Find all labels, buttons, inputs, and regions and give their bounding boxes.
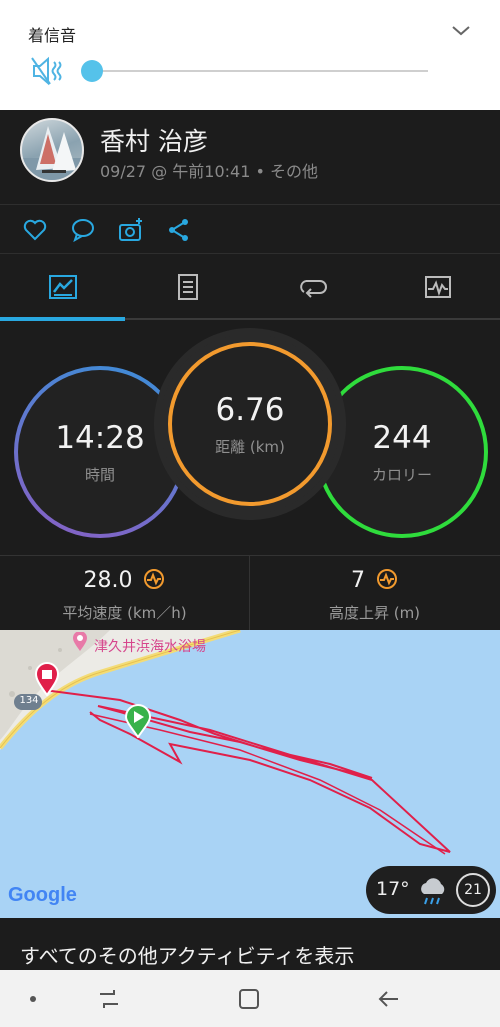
pulse-icon — [144, 569, 165, 589]
finish-marker-icon — [34, 662, 60, 696]
dot-icon[interactable] — [20, 986, 46, 1012]
all-activities-label: すべてのその他アクティビティを表示 — [20, 944, 355, 968]
distance-label: 距離 (km) — [215, 437, 285, 456]
heart-icon[interactable] — [22, 217, 48, 243]
user-name[interactable]: 香村 治彦 — [100, 122, 208, 158]
activity-meta: 09/27 @ 午前10:41 • その他 — [100, 162, 319, 181]
activity-header: 香村 治彦 09/27 @ 午前10:41 • その他 — [0, 110, 500, 204]
beach-pin-icon — [73, 632, 87, 651]
pulse-icon — [377, 569, 397, 589]
weather-badge: 21 — [456, 873, 490, 907]
elevation-gain-row: 7 — [250, 568, 499, 593]
windsurf-photo — [22, 126, 82, 180]
volume-slider-track[interactable] — [92, 70, 428, 72]
avatar[interactable] — [20, 118, 84, 182]
home-icon[interactable] — [236, 986, 262, 1012]
tab-laps[interactable] — [250, 254, 375, 320]
tab-details[interactable] — [125, 254, 250, 320]
vibrate-speaker-icon[interactable] — [30, 56, 64, 86]
chevron-down-icon[interactable] — [450, 22, 472, 40]
document-icon — [177, 274, 198, 300]
elevation-gain-stat[interactable]: 7 高度上昇 (m) — [250, 556, 499, 630]
volume-slider-thumb[interactable] — [81, 60, 103, 82]
add-photo-icon[interactable] — [118, 217, 144, 243]
overview-chart-icon — [48, 275, 77, 299]
waveform-chart-icon — [424, 276, 451, 298]
avg-speed-value: 28.0 — [83, 568, 133, 593]
volume-panel: 着信音 — [0, 0, 500, 110]
start-marker-icon — [124, 704, 152, 738]
weather-temp: 17° — [376, 878, 410, 900]
volume-title: 着信音 — [28, 26, 77, 45]
sub-stats: 28.0 平均速度 (km／h) 7 高度上昇 (m) — [0, 555, 500, 630]
comment-icon[interactable] — [70, 217, 96, 243]
calories-label: カロリー — [371, 465, 432, 484]
calories-value: 244 — [372, 419, 432, 456]
distance-value: 6.76 — [215, 391, 285, 428]
elevation-gain-label: 高度上昇 (m) — [328, 604, 421, 622]
calories-ring[interactable]: 244 カロリー — [316, 366, 488, 538]
back-icon[interactable] — [376, 986, 402, 1012]
distance-ring[interactable]: 6.76 距離 (km) — [160, 334, 340, 514]
avg-speed-label: 平均速度 (km／h) — [62, 604, 187, 622]
system-nav-bar — [0, 970, 500, 1027]
avg-speed-stat[interactable]: 28.0 平均速度 (km／h) — [0, 556, 249, 630]
route-map[interactable]: 134 津久井浜海水浴場 Google 17° 21 — [0, 630, 500, 918]
action-bar — [0, 204, 500, 254]
elevation-gain-value: 7 — [351, 568, 365, 593]
laps-loop-icon — [299, 280, 327, 298]
weather-widget[interactable]: 17° 21 — [366, 866, 496, 914]
tab-charts[interactable] — [375, 254, 500, 320]
google-logo: Google — [8, 884, 77, 906]
time-value: 14:28 — [55, 419, 145, 456]
share-icon[interactable] — [166, 217, 192, 243]
tab-overview[interactable] — [0, 254, 125, 320]
distance-ring-inner: 6.76 距離 (km) — [168, 342, 332, 506]
recent-apps-icon[interactable] — [96, 986, 122, 1012]
place-label[interactable]: 津久井浜海水浴場 — [94, 636, 206, 656]
activity-tabs — [0, 254, 500, 321]
all-activities-link[interactable]: すべてのその他アクティビティを表示 — [0, 918, 500, 970]
time-label: 時間 — [84, 465, 115, 484]
road-number-badge: 134 — [19, 695, 39, 706]
time-ring[interactable]: 14:28 時間 — [14, 366, 186, 538]
stats-rings: 14:28 時間 244 カロリー 6.76 距離 (km) — [0, 322, 500, 554]
avg-speed-row: 28.0 — [0, 568, 249, 593]
rain-cloud-icon — [421, 878, 445, 905]
tab-active-indicator — [0, 317, 125, 321]
